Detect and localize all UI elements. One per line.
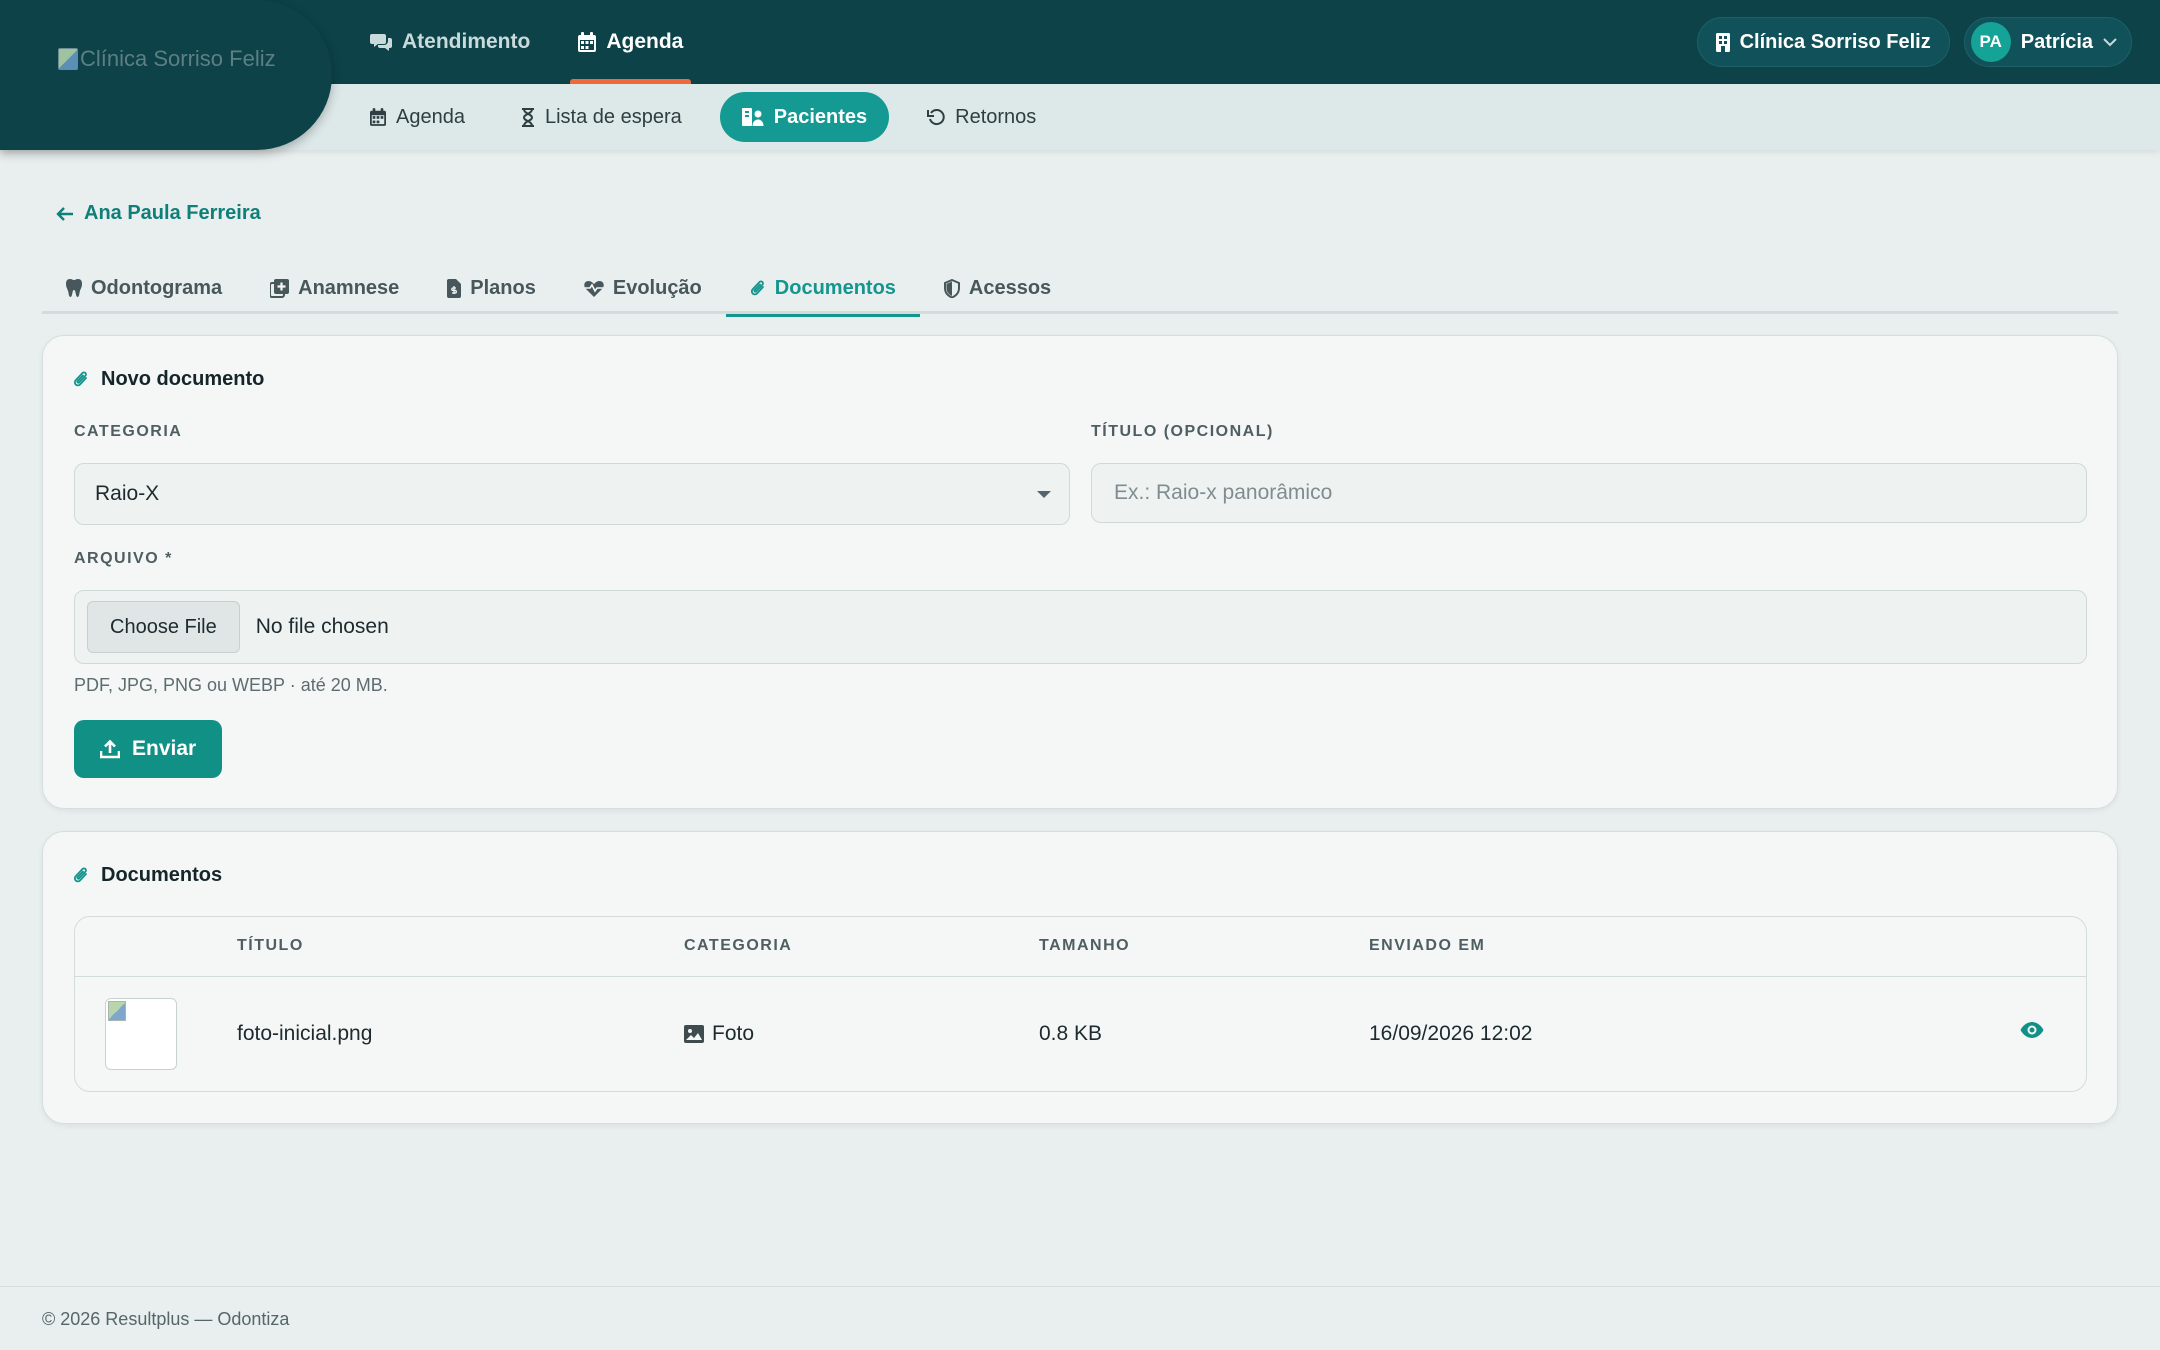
tab-evolucao[interactable]: Evolução [560,262,726,314]
file-label: ARQUIVO * [74,550,173,567]
main-nav-label: Atendimento [402,30,531,53]
documents-title: Documentos [73,864,222,887]
file-hint: PDF, JPG, PNG ou WEBP · até 20 MB. [74,675,388,695]
sub-nav-pacientes[interactable]: Pacientes [719,92,890,142]
patient-tabs: Odontograma Anamnese Planos Evolução Doc… [42,262,2118,317]
arrow-left-icon [56,206,74,222]
category-label: CATEGORIA [74,423,183,440]
file-status: No file chosen [255,615,389,638]
user-menu[interactable]: PA Patrícia [1963,17,2132,67]
category-text: Foto [712,1022,755,1045]
main-nav-agenda[interactable]: Agenda [570,0,692,84]
new-document-card: Novo documento CATEGORIA Raio-X TÍTULO (… [42,335,2118,809]
table-row[interactable]: foto-inicial.png Foto 0.8 KB 16/09/2026 … [75,977,2086,1091]
clinic-logo[interactable]: Clínica Sorriso Feliz [58,46,276,72]
document-title-input[interactable] [1091,463,2087,523]
tab-planos[interactable]: Planos [423,262,560,314]
file-invoice-icon [447,278,462,298]
send-label: Enviar [132,737,197,760]
sub-nav-label: Lista de espera [544,105,682,128]
tooth-icon [66,279,82,297]
card-title-text: Novo documento [101,368,265,390]
documents-table: TÍTULO CATEGORIA TAMANHO ENVIADO EM foto… [74,916,2087,1092]
patient-name: Ana Paula Ferreira [84,202,261,224]
sub-nav-label: Retornos [955,105,1037,128]
card-title-text: Documentos [101,864,223,886]
sub-nav-label: Agenda [396,105,465,128]
column-categoria: CATEGORIA [684,937,793,954]
top-right-actions: Clínica Sorriso Feliz PA Patrícia [1696,17,2132,67]
tab-documentos[interactable]: Documentos [725,262,921,317]
tab-anamnese[interactable]: Anamnese [246,262,423,314]
tab-label: Planos [470,276,536,299]
logo-area[interactable]: Clínica Sorriso Feliz [0,0,332,150]
main-nav-atendimento[interactable]: Atendimento [370,0,530,84]
column-titulo: TÍTULO [237,937,304,954]
document-thumbnail[interactable] [105,998,177,1070]
sub-nav-retornos[interactable]: Retornos [909,92,1054,142]
chevron-down-icon [1037,491,1051,498]
shield-icon [943,278,960,298]
main-nav: Atendimento Agenda [370,0,692,84]
tab-label: Acessos [968,276,1052,299]
documents-card: Documentos TÍTULO CATEGORIA TAMANHO ENVI… [42,831,2118,1124]
document-sent-at: 16/09/2026 12:02 [1369,1022,1533,1045]
clinic-selector[interactable]: Clínica Sorriso Feliz [1696,17,1950,67]
choose-file-button[interactable]: Choose File [87,601,240,653]
sub-nav-lista-de-espera[interactable]: Lista de espera [503,92,700,142]
document-title: foto-inicial.png [237,1022,373,1045]
sub-nav-agenda[interactable]: Agenda [370,92,483,142]
hourglass-icon [521,107,535,127]
column-enviado-em: ENVIADO EM [1369,937,1486,954]
table-header: TÍTULO CATEGORIA TAMANHO ENVIADO EM [75,917,2086,977]
footer-text: © 2026 Resultplus — Odontiza [42,1309,290,1329]
image-icon [684,1025,704,1043]
tab-odontograma[interactable]: Odontograma [42,262,246,314]
heart-pulse-icon [584,280,604,297]
category-select[interactable]: Raio-X [74,463,1070,525]
logo-alt-text: Clínica Sorriso Feliz [80,46,276,71]
category-value: Raio-X [95,482,160,505]
tab-acessos[interactable]: Acessos [920,262,1075,314]
undo-icon [927,108,945,126]
building-icon [1715,32,1730,52]
paperclip-icon [73,866,89,885]
patients-icon [741,108,764,126]
tab-label: Odontograma [91,276,223,299]
sub-nav-label: Pacientes [773,105,868,128]
tab-label: Evolução [612,276,702,299]
notes-medical-icon [270,278,290,298]
view-document-icon[interactable] [2020,1021,2044,1039]
document-category: Foto [684,1022,754,1046]
main-nav-label: Agenda [606,30,684,53]
document-size: 0.8 KB [1039,1022,1103,1045]
tab-label: Anamnese [298,276,400,299]
comments-icon [370,32,392,52]
upload-icon [100,739,120,759]
new-document-title: Novo documento [73,368,264,391]
tab-label: Documentos [774,276,896,299]
sub-nav: Agenda Lista de espera Pacientes Retorno… [370,92,1054,142]
avatar: PA [1970,22,2011,62]
broken-image-icon [58,48,78,70]
chevron-down-icon [2103,37,2117,47]
calendar-icon [370,108,386,126]
send-button[interactable]: Enviar [74,720,223,778]
user-name: Patrícia [2020,30,2093,53]
back-to-patient-link[interactable]: Ana Paula Ferreira [56,202,261,225]
paperclip-icon [750,279,766,298]
title-label: TÍTULO (OPCIONAL) [1091,423,1274,440]
column-tamanho: TAMANHO [1039,937,1131,954]
footer: © 2026 Resultplus — Odontiza [0,1286,2160,1350]
clinic-name: Clínica Sorriso Feliz [1739,30,1931,53]
paperclip-icon [73,370,89,389]
calendar-icon [578,32,597,52]
file-input[interactable]: Choose File No file chosen [74,590,2087,664]
